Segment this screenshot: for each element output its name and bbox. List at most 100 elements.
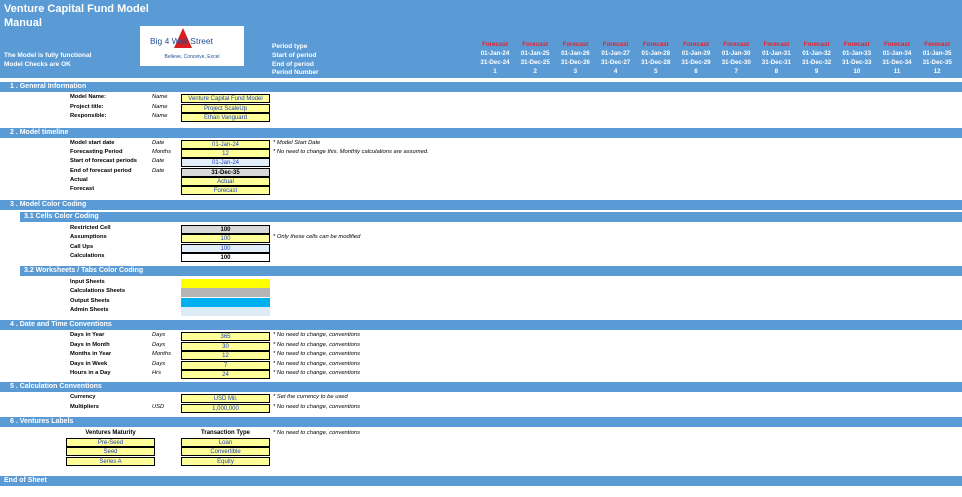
period-start-9: 01-Jan-32 (802, 50, 831, 57)
section-date-time-conventions: 4 . Date and Time Conventions (0, 320, 962, 330)
section-model-timeline: 2 . Model timeline (0, 128, 962, 138)
venture-maturity-cell[interactable]: Series A (66, 456, 155, 466)
model-subtitle: Manual (4, 17, 42, 29)
ventures-maturity-header: Ventures Maturity (85, 430, 136, 436)
period-num-11: 11 (893, 68, 901, 75)
period-type-3: Forecast (562, 41, 589, 48)
value-cell[interactable]: 12 (181, 149, 270, 159)
period-type-5: Forecast (642, 41, 669, 48)
row-label: Project title: (70, 103, 104, 110)
row-unit: Name (152, 94, 168, 100)
subsection-tabs-color-coding: 3.2 Worksheets / Tabs Color Coding (20, 266, 962, 276)
row-unit: Date (152, 140, 165, 146)
row-label: Hours in a Day (70, 370, 111, 377)
status-checks: Model Checks are OK (4, 61, 71, 68)
tab-color-swatch (181, 288, 270, 298)
row-note: * No need to change, conventions (273, 403, 361, 410)
period-type-10: Forecast (843, 41, 870, 48)
row-label: Multipliers (70, 403, 99, 410)
row-unit: USD (152, 403, 165, 410)
value-cell[interactable]: 365 (181, 332, 270, 341)
section-general-information: 1 . General Information (0, 82, 962, 92)
row-label: Call Ups (70, 243, 94, 250)
value-cell[interactable]: Ethan Vanguard (181, 113, 270, 123)
logo-text: Big 4 Wall Street (150, 36, 213, 46)
row-note: * No need to change, conventions (273, 332, 361, 338)
value-cell[interactable]: Venture Capital Fund Model (181, 94, 270, 103)
period-end-5: 31-Dec-28 (641, 59, 671, 66)
row-label: Start of forecast periods (70, 158, 138, 165)
period-num-2: 2 (533, 68, 537, 75)
value-cell[interactable]: 12 (181, 351, 270, 361)
tab-color-label: Output Sheets (70, 297, 110, 304)
period-start-12: 01-Jan-35 (922, 50, 952, 57)
row-unit: Name (152, 113, 168, 120)
value-cell[interactable]: 100 (181, 225, 270, 234)
period-end-7: 31-Dec-30 (721, 59, 751, 66)
period-end-12: 31-Dec-35 (922, 59, 952, 66)
row-label: End of forecast period (70, 167, 132, 174)
tab-color-swatch (181, 297, 270, 307)
value-cell[interactable]: USD Mil. (181, 394, 270, 403)
value-cell[interactable]: Actual (181, 176, 270, 186)
value-cell[interactable]: 100 (181, 253, 270, 263)
period-number-label: Period Number (272, 69, 319, 76)
row-label: Model Name: (70, 94, 107, 100)
value-cell[interactable]: 24 (181, 370, 270, 380)
transaction-type-cell[interactable]: Equity (181, 456, 270, 466)
end-of-sheet: End of Sheet (0, 476, 962, 486)
row-label: Model start date (70, 140, 115, 146)
period-end-9: 31-Dec-32 (801, 59, 832, 66)
period-type-2: Forecast (522, 41, 549, 48)
period-end-3: 31-Dec-26 (560, 59, 591, 66)
tab-color-label: Input Sheets (70, 279, 105, 285)
value-cell[interactable]: 31-Dec-35 (181, 167, 270, 177)
row-unit: Months (152, 351, 172, 358)
row-label: Forecast (70, 186, 95, 192)
value-cell[interactable]: 100 (181, 234, 270, 244)
section-ventures-labels: 6 . Ventures Labels (0, 417, 962, 427)
row-note: * Only these cells can be modified (273, 234, 361, 241)
value-cell[interactable]: 01-Jan-24 (181, 140, 270, 149)
value-cell[interactable]: 30 (181, 341, 270, 351)
subsection-cells-color-coding: 3.1 Cells Color Coding (20, 212, 962, 222)
period-type-6: Forecast (683, 41, 709, 48)
start-of-period-label: Start of period (272, 52, 317, 59)
logo-tagline: Believe, Conceive, Excel (164, 54, 220, 60)
period-start-4: 01-Jan-27 (601, 50, 630, 57)
model-title: Venture Capital Fund Model (4, 3, 149, 15)
row-label: Days in Month (70, 341, 110, 348)
period-type-8: Forecast (763, 41, 790, 48)
value-cell[interactable]: 01-Jan-24 (181, 158, 270, 168)
tab-color-swatch (181, 307, 270, 317)
row-note: * No need to change, conventions (273, 360, 361, 367)
value-cell[interactable]: 1,000,000 (181, 403, 270, 413)
venture-maturity-cell[interactable]: Seed (66, 447, 155, 457)
row-note: * No need to change this. Monthly calcul… (273, 149, 429, 156)
transaction-type-header: Transaction Type (201, 430, 250, 436)
period-type-1: Forecast (482, 41, 508, 48)
value-cell[interactable]: Forecast (181, 186, 270, 195)
value-cell[interactable]: 100 (181, 243, 270, 253)
tab-color-label: Admin Sheets (70, 307, 109, 314)
period-start-7: 01-Jan-30 (721, 50, 751, 57)
row-unit: Date (152, 158, 165, 165)
header-band: Venture Capital Fund Model Manual The Mo… (0, 0, 962, 78)
transaction-type-cell[interactable]: Convertible (181, 447, 270, 457)
row-unit: Name (152, 103, 168, 110)
period-type-label: Period type (272, 43, 308, 50)
period-num-8: 8 (774, 68, 779, 75)
period-end-10: 31-Dec-33 (842, 59, 872, 66)
period-num-5: 5 (654, 68, 658, 75)
row-label: Actual (70, 176, 88, 183)
transaction-type-cell[interactable]: Loan (181, 438, 270, 447)
company-logo: Big 4 Wall Street Believe, Conceive, Exc… (140, 26, 244, 66)
value-cell[interactable]: 7 (181, 360, 270, 370)
period-end-2: 31-Dec-25 (520, 59, 550, 66)
period-num-10: 10 (853, 68, 861, 75)
venture-maturity-cell[interactable]: Pre-Seed (66, 438, 155, 447)
value-cell[interactable]: Project ScaleUp (181, 103, 270, 113)
row-note: * No need to change, conventions (273, 351, 361, 358)
tab-color-label: Calculations Sheets (70, 288, 126, 295)
period-end-4: 31-Dec-27 (600, 59, 631, 66)
